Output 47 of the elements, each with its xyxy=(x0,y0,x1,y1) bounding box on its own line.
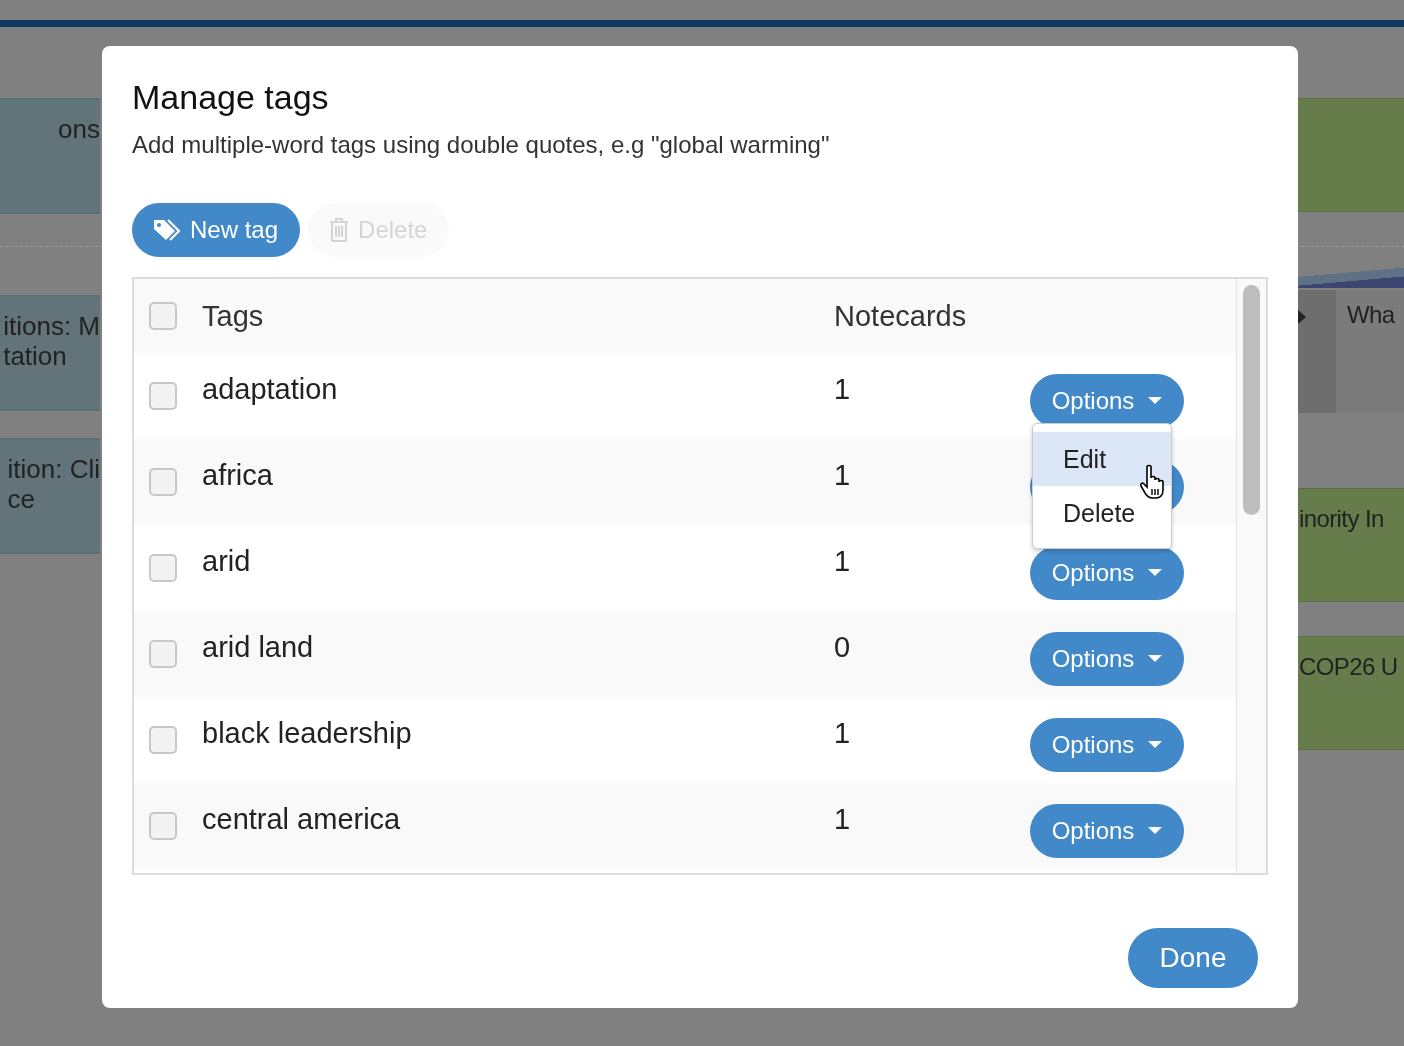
checkbox[interactable] xyxy=(149,554,177,582)
tag-name: arid land xyxy=(202,630,315,664)
dialog-title: Manage tags xyxy=(132,78,330,117)
card-title: tation xyxy=(3,341,68,371)
card-title: Wha xyxy=(1347,300,1395,330)
checkbox[interactable] xyxy=(149,382,177,410)
caret-icon xyxy=(1148,827,1163,835)
tag-name: africa xyxy=(202,458,274,492)
card-title: ce xyxy=(7,484,36,514)
notecard-count: 1 xyxy=(834,372,852,406)
scrollbar-thumb[interactable] xyxy=(1243,285,1260,515)
options-button[interactable]: Options xyxy=(1030,546,1184,600)
card-title: COP26 U xyxy=(1299,652,1398,682)
notecard-count: 1 xyxy=(834,458,852,492)
dialog-subtitle: Add multiple-word tags using double quotes, e.g "global warming" xyxy=(132,131,831,159)
checkbox[interactable] xyxy=(149,468,177,496)
options-button[interactable]: Options xyxy=(1030,718,1184,772)
options-button[interactable]: Options xyxy=(1030,632,1184,686)
tag-name: arid xyxy=(202,544,252,578)
tag-name: central america xyxy=(202,802,402,836)
caret-icon xyxy=(1148,569,1163,577)
notecard-count: 0 xyxy=(834,630,852,664)
menu-item[interactable]: Delete xyxy=(1033,486,1171,540)
tag-name: adaptation xyxy=(202,372,339,406)
new-tag-button[interactable]: New tag xyxy=(132,203,301,257)
caret-icon xyxy=(1148,741,1163,749)
card-title: itions: M xyxy=(3,311,100,341)
notecard-count: 1 xyxy=(834,802,852,836)
checkbox[interactable] xyxy=(149,726,177,754)
card-title: inority In xyxy=(1299,504,1384,534)
tag-name: black leadership xyxy=(202,716,413,750)
caret-icon xyxy=(1148,655,1163,663)
caret-icon xyxy=(1148,397,1163,405)
card-title: ition: Cli xyxy=(7,454,100,484)
trash-icon xyxy=(328,217,351,243)
checkbox[interactable] xyxy=(149,640,177,668)
column-header: Notecards xyxy=(834,299,968,333)
done-button[interactable]: Done xyxy=(1128,928,1258,988)
checkbox[interactable] xyxy=(149,302,177,330)
notecard-count: 1 xyxy=(834,544,852,578)
menu-item[interactable]: Edit xyxy=(1033,432,1171,486)
column-header: Tags xyxy=(202,299,265,333)
tag-icon xyxy=(152,218,182,242)
options-button[interactable]: Options xyxy=(1030,804,1184,858)
notecard-count: 1 xyxy=(834,716,852,750)
checkbox[interactable] xyxy=(149,812,177,840)
card-title: ons xyxy=(58,114,100,144)
